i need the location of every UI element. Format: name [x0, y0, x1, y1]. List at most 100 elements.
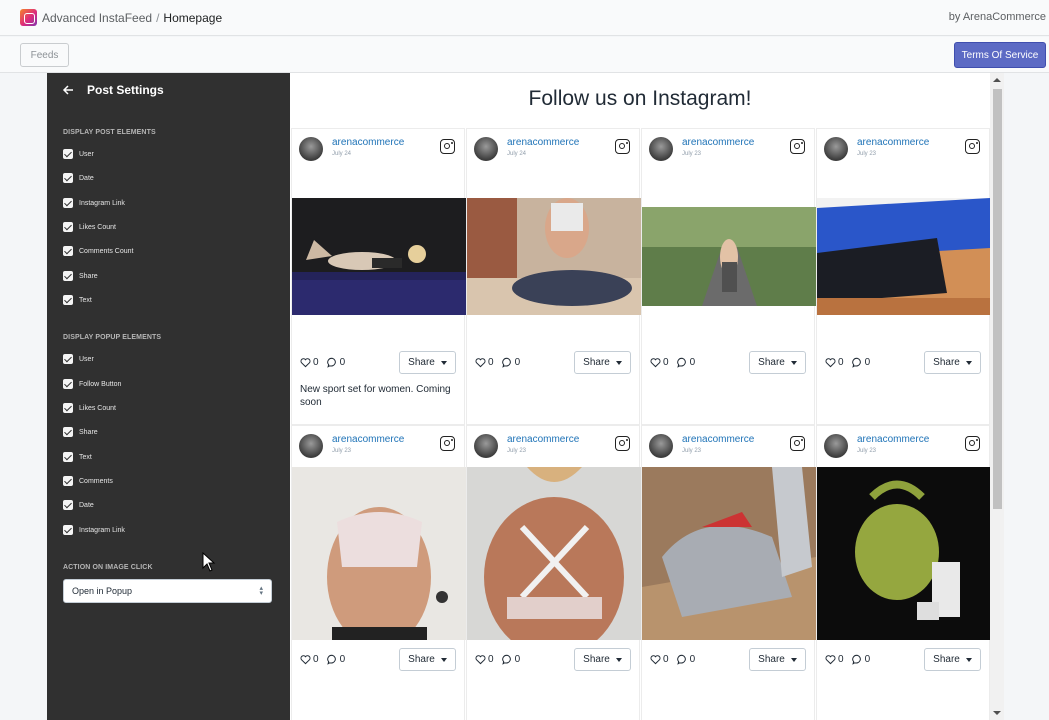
instagram-icon[interactable]: [790, 436, 805, 451]
share-button[interactable]: Share: [399, 351, 456, 374]
comment-icon[interactable]: [676, 357, 688, 368]
checkbox[interactable]: [63, 354, 73, 364]
instagram-icon[interactable]: [615, 139, 630, 154]
checkbox[interactable]: [63, 149, 73, 159]
avatar[interactable]: [299, 137, 323, 161]
instagram-icon[interactable]: [615, 436, 630, 451]
action-select[interactable]: Open in Popup ▴ ▾: [63, 579, 272, 603]
feeds-button[interactable]: Feeds: [20, 43, 69, 67]
checkbox[interactable]: [63, 476, 73, 486]
post-option-likes-count[interactable]: Likes Count: [63, 221, 116, 233]
heart-icon[interactable]: [825, 357, 836, 368]
comment-icon[interactable]: [851, 357, 863, 368]
popup-option-follow-button[interactable]: Follow Button: [63, 378, 121, 390]
post-option-text[interactable]: Text: [63, 294, 92, 306]
post-username[interactable]: arenacommerce: [857, 434, 929, 445]
post-image[interactable]: [642, 207, 816, 306]
post-option-comments-count[interactable]: Comments Count: [63, 245, 133, 257]
share-button[interactable]: Share: [749, 351, 806, 374]
instagram-icon[interactable]: [965, 139, 980, 154]
popup-option-share[interactable]: Share: [63, 426, 98, 438]
heart-icon[interactable]: [650, 654, 661, 665]
post-username[interactable]: arenacommerce: [682, 434, 754, 445]
share-button[interactable]: Share: [749, 648, 806, 671]
scroll-thumb[interactable]: [993, 89, 1002, 509]
breadcrumb-app[interactable]: Advanced InstaFeed: [42, 11, 152, 25]
post-image[interactable]: [292, 198, 466, 315]
instagram-icon[interactable]: [440, 436, 455, 451]
post-image[interactable]: [292, 467, 466, 640]
popup-option-likes-count[interactable]: Likes Count: [63, 402, 116, 414]
instagram-icon[interactable]: [965, 436, 980, 451]
avatar[interactable]: [649, 137, 673, 161]
avatar[interactable]: [474, 434, 498, 458]
post-username[interactable]: arenacommerce: [507, 434, 579, 445]
post-card[interactable]: arenacommerce July 23 0 0 Share: [466, 425, 641, 720]
instagram-icon[interactable]: [440, 139, 455, 154]
heart-icon[interactable]: [475, 654, 486, 665]
share-button[interactable]: Share: [574, 351, 631, 374]
heart-icon[interactable]: [300, 357, 311, 368]
post-option-date[interactable]: Date: [63, 172, 94, 184]
scroll-down-arrow-icon[interactable]: [993, 711, 1001, 715]
post-username[interactable]: arenacommerce: [332, 434, 404, 445]
share-button[interactable]: Share: [574, 648, 631, 671]
popup-option-text[interactable]: Text: [63, 451, 92, 463]
post-option-share[interactable]: Share: [63, 270, 98, 282]
checkbox[interactable]: [63, 403, 73, 413]
preview-scrollbar[interactable]: [990, 73, 1004, 720]
scroll-up-arrow-icon[interactable]: [993, 78, 1001, 82]
comment-icon[interactable]: [326, 654, 338, 665]
arrow-left-icon[interactable]: [61, 83, 75, 97]
avatar[interactable]: [474, 137, 498, 161]
comment-icon[interactable]: [501, 654, 513, 665]
checkbox[interactable]: [63, 246, 73, 256]
checkbox[interactable]: [63, 500, 73, 510]
post-image[interactable]: [817, 467, 990, 640]
checkbox[interactable]: [63, 222, 73, 232]
share-button[interactable]: Share: [399, 648, 456, 671]
share-button[interactable]: Share: [924, 351, 981, 374]
checkbox[interactable]: [63, 379, 73, 389]
post-username[interactable]: arenacommerce: [682, 137, 754, 148]
checkbox[interactable]: [63, 198, 73, 208]
popup-option-instagram-link[interactable]: Instagram Link: [63, 524, 125, 536]
post-card[interactable]: arenacommerce July 23 0 0 Share: [291, 425, 466, 720]
checkbox[interactable]: [63, 295, 73, 305]
terms-of-service-button[interactable]: Terms Of Service: [954, 42, 1046, 68]
post-username[interactable]: arenacommerce: [507, 137, 579, 148]
post-image[interactable]: [817, 198, 990, 315]
post-card[interactable]: arenacommerce July 23 0 0 Share: [816, 425, 990, 720]
heart-icon[interactable]: [650, 357, 661, 368]
post-card[interactable]: arenacommerce July 24 0 0 Share: [466, 128, 641, 425]
share-button[interactable]: Share: [924, 648, 981, 671]
avatar[interactable]: [649, 434, 673, 458]
post-image[interactable]: [467, 467, 641, 640]
comment-icon[interactable]: [851, 654, 863, 665]
post-username[interactable]: arenacommerce: [857, 137, 929, 148]
avatar[interactable]: [824, 434, 848, 458]
popup-option-date[interactable]: Date: [63, 499, 94, 511]
post-image[interactable]: [642, 467, 816, 640]
post-option-user[interactable]: User: [63, 148, 94, 160]
post-option-instagram-link[interactable]: Instagram Link: [63, 197, 125, 209]
instagram-icon[interactable]: [790, 139, 805, 154]
checkbox[interactable]: [63, 427, 73, 437]
avatar[interactable]: [299, 434, 323, 458]
avatar[interactable]: [824, 137, 848, 161]
comment-icon[interactable]: [501, 357, 513, 368]
comment-icon[interactable]: [326, 357, 338, 368]
popup-option-user[interactable]: User: [63, 353, 94, 365]
heart-icon[interactable]: [475, 357, 486, 368]
post-username[interactable]: arenacommerce: [332, 137, 404, 148]
post-image[interactable]: [467, 198, 641, 315]
heart-icon[interactable]: [300, 654, 311, 665]
checkbox[interactable]: [63, 525, 73, 535]
popup-option-comments[interactable]: Comments: [63, 475, 113, 487]
checkbox[interactable]: [63, 452, 73, 462]
checkbox[interactable]: [63, 173, 73, 183]
checkbox[interactable]: [63, 271, 73, 281]
heart-icon[interactable]: [825, 654, 836, 665]
post-card[interactable]: arenacommerce July 23 0 0 Share: [641, 128, 816, 425]
post-card[interactable]: arenacommerce July 23 0 0 Share: [641, 425, 816, 720]
